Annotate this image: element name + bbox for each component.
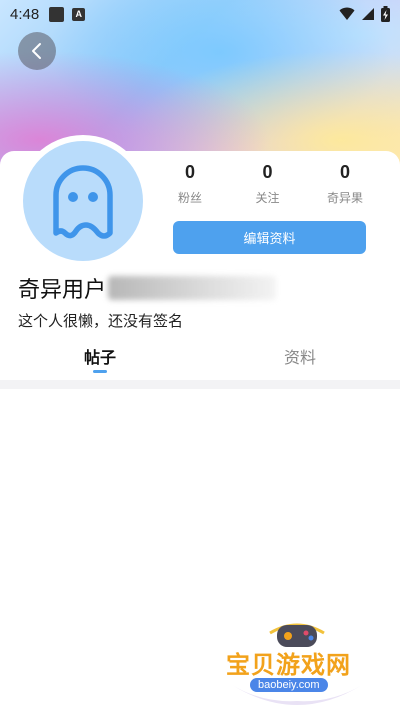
status-icons: [339, 6, 390, 22]
username-redacted: [108, 276, 277, 300]
tab-profile-info[interactable]: 资料: [200, 340, 400, 378]
stat-fans[interactable]: 0 粉丝: [155, 162, 225, 206]
notification-a-icon: A: [72, 7, 86, 21]
stat-fans-value: 0: [184, 162, 195, 182]
status-time: 4:48: [10, 5, 40, 23]
back-button[interactable]: [18, 32, 56, 70]
site-watermark: 宝贝游戏网 baobeiy.com: [222, 615, 372, 710]
wifi-icon: [339, 7, 355, 20]
tab-profile-info-label: 资料: [283, 348, 316, 367]
stat-following-label: 关注: [255, 191, 280, 205]
avatar[interactable]: [23, 141, 143, 261]
stat-kiwi-value: 0: [339, 162, 350, 182]
username-row: 奇异用户: [18, 272, 277, 304]
watermark-url: baobeiy.com: [250, 678, 328, 692]
ghost-icon: [53, 165, 113, 239]
signal-icon: [362, 8, 374, 20]
tab-posts-label: 帖子: [83, 348, 116, 367]
stat-kiwi-label: 奇异果: [326, 191, 363, 205]
section-divider: [0, 380, 400, 389]
tab-posts[interactable]: 帖子: [0, 340, 200, 378]
stat-fans-label: 粉丝: [177, 191, 202, 205]
chevron-left-icon: [32, 43, 41, 59]
stat-kiwi[interactable]: 0 奇异果: [310, 162, 380, 206]
notification-app-icon: [49, 6, 65, 22]
battery-charging-icon: [381, 6, 390, 22]
edit-profile-button[interactable]: 编辑资料: [173, 221, 366, 254]
watermark-title: 宝贝游戏网: [226, 651, 351, 679]
status-bar: 4:48 A: [0, 0, 400, 28]
signature: 这个人很懒，还没有签名: [18, 312, 184, 330]
profile-screen: 4:48 A 0 粉丝 0 关注 0 奇异果 编辑资料 奇异用户 这个人很懒，还…: [0, 0, 400, 712]
stat-following-value: 0: [262, 162, 273, 182]
stat-following[interactable]: 0 关注: [233, 162, 303, 206]
username: 奇异用户: [18, 278, 107, 303]
stats-row: 0 粉丝 0 关注 0 奇异果: [155, 162, 380, 206]
tab-active-indicator: [93, 370, 107, 373]
profile-tabs: 帖子 资料: [0, 340, 400, 378]
